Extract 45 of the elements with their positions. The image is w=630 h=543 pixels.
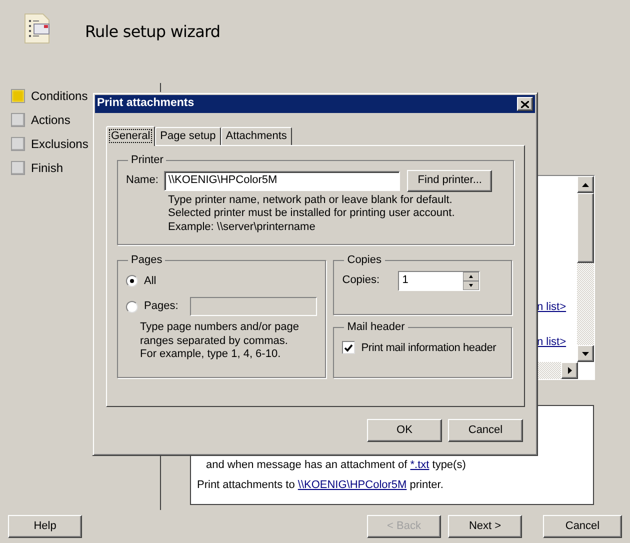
field-label: Name: <box>126 173 158 188</box>
step-label[interactable]: Actions <box>31 111 70 129</box>
pages-hint: Type page numbers and/or page ranges separated by commas. For example, type 1, 4, 6-10. <box>140 321 300 362</box>
dialog-button[interactable]: OK <box>367 419 442 442</box>
spinner-arrows-icon <box>463 272 480 290</box>
dialog-title: Print attachments <box>97 96 194 112</box>
field-label: Copies: <box>342 273 381 288</box>
tab[interactable]: Attachments <box>220 127 292 145</box>
right-arrow-icon <box>568 367 572 374</box>
rule-description: Print attachments to \\KOENIG\HPColor5M printer. <box>197 478 444 492</box>
radio-label: Pages: <box>144 299 178 314</box>
group-title: Mail header <box>346 320 406 335</box>
close-icon <box>521 100 529 108</box>
group-title: Copies <box>346 253 382 268</box>
help-button[interactable]: Help <box>8 515 82 538</box>
rule-link[interactable]: *.txt <box>410 459 430 471</box>
step-label[interactable]: Finish <box>31 159 64 177</box>
vertical-scrollbar[interactable] <box>577 176 594 362</box>
printer-name-field[interactable]: \\KOENIG\HPColor5M <box>164 170 400 190</box>
checkbox[interactable] <box>342 341 356 354</box>
close-button[interactable] <box>517 97 533 111</box>
dialog-button[interactable]: Cancel <box>448 419 523 442</box>
radio-button[interactable] <box>126 274 138 287</box>
window-title: Rule setup wizard <box>85 21 220 43</box>
nav-button[interactable]: Next > <box>448 515 522 538</box>
checkbox-label: Print mail information header <box>361 340 496 356</box>
printer-hint: Type printer name, network path or leave blank for default. Selected printer must be installed for printing user account. Example: \\server\printername <box>168 194 456 234</box>
step-label[interactable]: Conditions <box>31 87 88 105</box>
down-arrow-icon <box>582 352 589 356</box>
rule-link[interactable]: n list> <box>537 334 566 350</box>
page-range-field[interactable] <box>190 297 318 316</box>
tab[interactable]: Page setup <box>155 127 221 145</box>
rule-link[interactable]: n list> <box>537 299 566 316</box>
step-label[interactable]: Exclusions <box>31 135 88 153</box>
up-arrow-icon <box>582 182 589 186</box>
radio-button[interactable] <box>126 300 138 312</box>
rule-link[interactable]: \\KOENIG\HPColor5M <box>298 478 407 490</box>
group-title: Printer <box>130 153 164 168</box>
radio-label: All <box>144 274 156 288</box>
rule-description: and when message has an attachment of *.txt type(s) <box>205 458 467 473</box>
copies-spinner[interactable]: 1 <box>398 270 480 290</box>
tab[interactable]: General <box>106 126 156 146</box>
group-title: Pages <box>130 253 164 268</box>
find-printer-button[interactable]: Find printer... <box>407 170 492 192</box>
nav-button[interactable]: Cancel <box>543 515 622 538</box>
